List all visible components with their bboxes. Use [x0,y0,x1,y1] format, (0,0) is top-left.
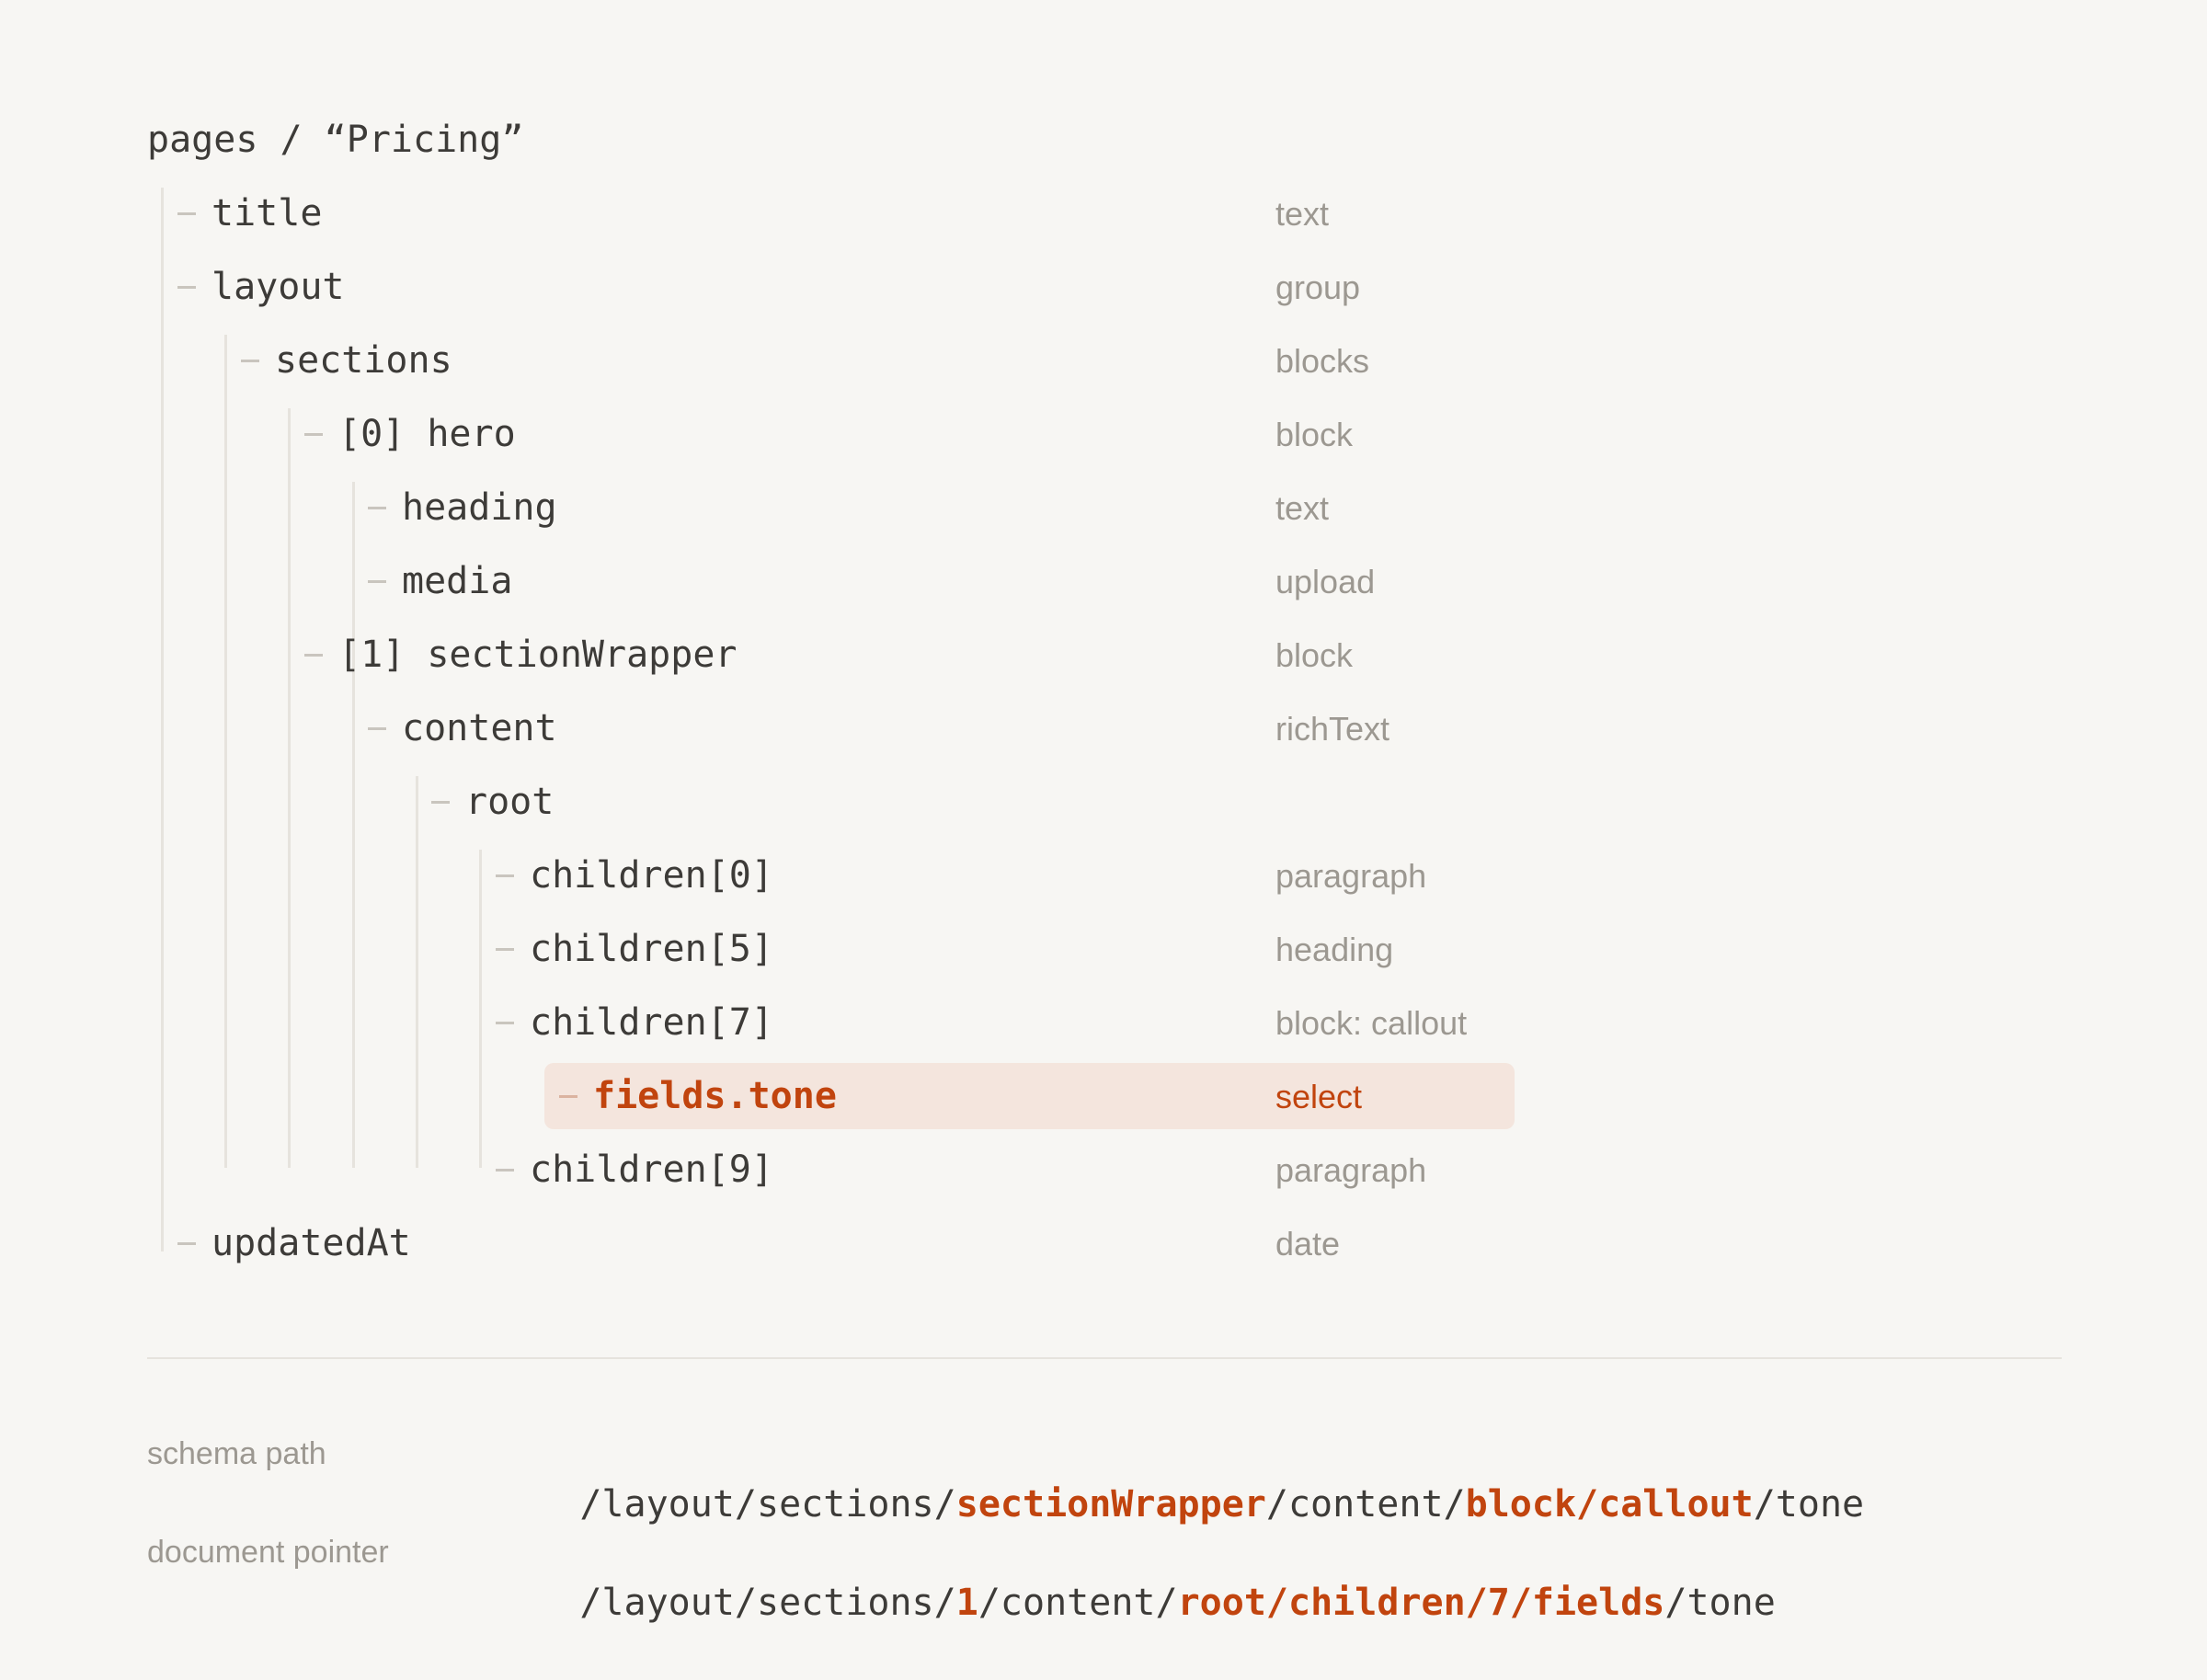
tree-node-sections[interactable]: sections blocks [0,324,2207,397]
schema-path-row: schema path /layout/sections/sectionWrap… [0,1422,2207,1526]
node-type: group [1275,269,1361,306]
node-type: blocks [1275,342,1370,380]
node-type: block: callout [1275,1004,1468,1042]
node-type: paragraph [1275,1151,1427,1189]
path-segment: /tone [1664,1582,1776,1624]
tree-connector [177,1242,196,1245]
node-label: sections [275,339,452,382]
node-label: children[9] [530,1149,773,1191]
node-type: richText [1275,710,1390,748]
path-segment: /content/ [978,1582,1178,1624]
node-type: text [1275,489,1330,527]
document-pointer-label: document pointer [147,1535,389,1570]
tree-node-children-9[interactable]: children[9] paragraph [0,1133,2207,1206]
section-divider [147,1357,2062,1359]
node-label: children[0] [530,854,773,897]
node-type: block [1275,636,1354,674]
tree-node-children-7[interactable]: children[7] block: callout [0,986,2207,1059]
tree-node-fields-tone-selected[interactable]: fields.tone select [0,1059,2207,1133]
tree-node-layout[interactable]: layout group [0,250,2207,324]
tree-connector [368,507,386,509]
node-type: upload [1275,563,1376,600]
tree-connector [368,727,386,730]
node-label: updatedAt [212,1222,411,1264]
tree-connector [496,1169,514,1171]
node-label: title [212,192,323,234]
tree-connector [496,948,514,951]
tree-node-content[interactable]: content richText [0,691,2207,765]
node-label: [1] sectionWrapper [338,634,738,676]
node-label: [0] hero [338,413,516,455]
node-label: fields.tone [593,1075,837,1117]
node-type: block [1275,416,1354,453]
tree-connector [368,580,386,583]
schema-path-label: schema path [147,1436,326,1471]
node-type: date [1275,1225,1341,1263]
tree-node-children-0[interactable]: children[0] paragraph [0,839,2207,912]
tree-connector [177,212,196,215]
tree-node-children-5[interactable]: children[5] heading [0,912,2207,986]
node-label: content [402,707,557,749]
tree-node-media[interactable]: media upload [0,544,2207,618]
node-label: root [465,781,555,823]
tree-connector [304,654,323,657]
tree-connector [177,286,196,289]
tree-connector [241,360,259,362]
tree-connector [496,874,514,877]
path-segment-accent: root/children/7/fields [1177,1582,1665,1624]
tree-node-title[interactable]: title text [0,177,2207,250]
tree-connector [496,1022,514,1024]
tree-connector [304,433,323,436]
node-type: paragraph [1275,857,1427,895]
node-label: media [402,560,513,602]
tree-node-hero[interactable]: [0] hero block [0,397,2207,471]
tree-node-updated-at[interactable]: updatedAt date [0,1206,2207,1280]
node-type: text [1275,195,1330,233]
tree-node-section-wrapper[interactable]: [1] sectionWrapper block [0,618,2207,691]
node-label: heading [402,486,557,529]
node-label: children[7] [530,1001,773,1044]
tree-connector [431,801,450,804]
path-segment-accent: 1 [955,1582,978,1624]
tree-node-heading[interactable]: heading text [0,471,2207,544]
document-pointer-row: document pointer /layout/sections/1/cont… [0,1520,2207,1624]
node-type: select [1275,1078,1363,1115]
tree-connector [559,1095,577,1098]
path-segment: /layout/sections/ [579,1582,956,1624]
document-pointer-value: /layout/sections/1/content/root/children… [491,1526,1776,1680]
node-label: children[5] [530,928,773,970]
node-label: layout [212,266,345,308]
node-type: heading [1275,931,1394,968]
tree-node-root[interactable]: root [0,765,2207,839]
